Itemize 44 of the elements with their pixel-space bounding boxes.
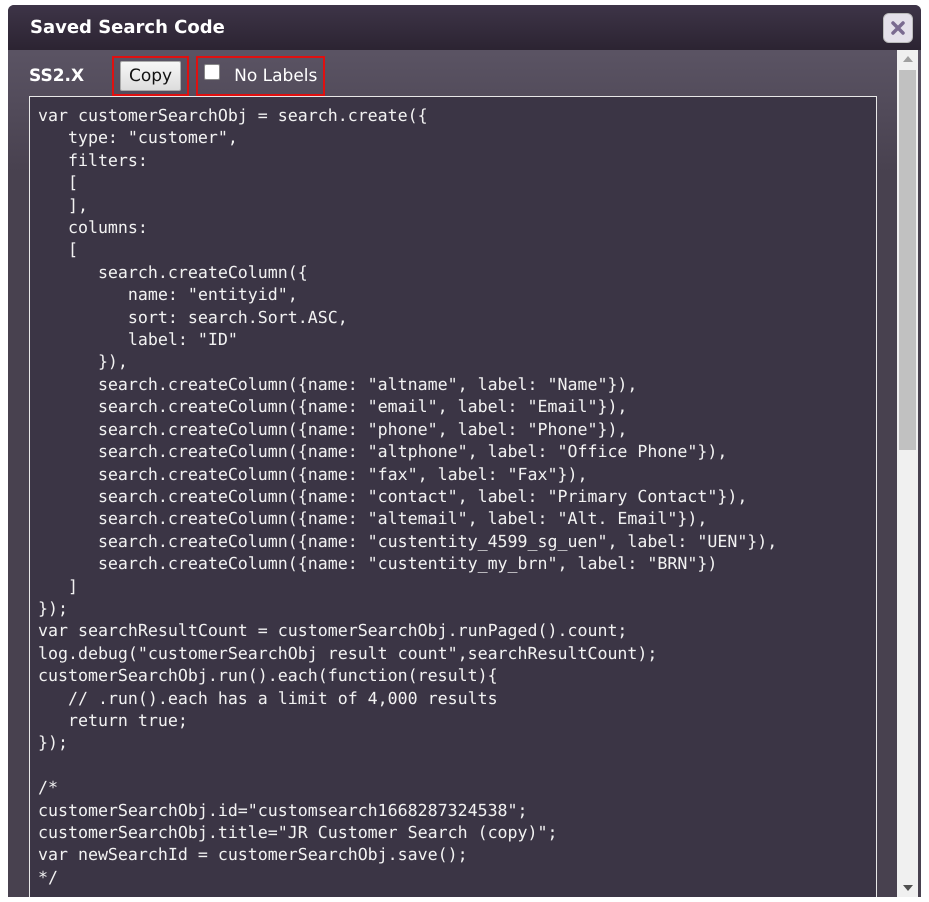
code-line: }), [96, 351, 128, 374]
code-line: search.createColumn({name: "custentity_4599_sg_uen", label: "UEN"}), [96, 530, 778, 553]
code-line: var customerSearchObj = search.create({ [38, 105, 428, 127]
version-label: SS2.X [29, 66, 86, 86]
code-line: search.createColumn({name: "altemail", label: "Alt. Email"}), [96, 508, 708, 530]
code-line: ] [66, 576, 78, 598]
code-line: }); [38, 598, 68, 620]
code-line: }); [38, 732, 68, 754]
code-line: search.createColumn({ [96, 262, 308, 284]
code-line: customerSearchObj.run().each(function(result){ [38, 665, 498, 688]
code-line: search.createColumn({name: "email", label: "Email"}), [96, 396, 628, 418]
code-line: log.debug("customerSearchObj result count",searchResultCount); [38, 642, 658, 665]
code-line: sort: search.Sort.ASC, [126, 306, 348, 329]
code-line: [ [66, 172, 78, 194]
code-line: search.createColumn({name: "phone", label: "Phone"}), [96, 418, 628, 441]
scroll-thumb[interactable] [899, 70, 916, 450]
code-line: name: "entityid", [126, 284, 298, 306]
code-line: /* [38, 777, 58, 800]
close-button[interactable] [883, 12, 913, 42]
window-title: Saved Search Code [30, 17, 225, 38]
code-line: customerSearchObj.id="customsearch1668287324538"; [38, 800, 528, 822]
code-line: [ [66, 239, 78, 262]
code-line: search.createColumn({name: "contact", label: "Primary Contact"}), [96, 486, 748, 508]
checkbox-label[interactable]: No Labels [234, 66, 318, 86]
code-line: var newSearchId = customerSearchObj.save(); [38, 844, 468, 866]
scroll-down-icon[interactable] [902, 885, 912, 891]
code-line: var searchResultCount = customerSearchObj.runPaged().count; [38, 620, 628, 642]
code-line: type: "customer", [66, 127, 238, 150]
code-line: columns: [66, 217, 148, 240]
scrollbar[interactable] [897, 50, 918, 897]
close-icon [891, 20, 905, 34]
code-line: // .run().each has a limit of 4,000 results [66, 688, 498, 710]
code-line: return true; [66, 710, 188, 732]
code-line: search.createColumn({name: "fax", label: "Fax"}), [96, 464, 588, 486]
code-line: search.createColumn({name: "altname", label: "Name"}), [96, 374, 638, 396]
code-line: search.createColumn({name: "custentity_my_brn", label: "BRN"}) [96, 553, 718, 576]
code-line: customerSearchObj.title="JR Customer Search (copy)"; [38, 822, 558, 844]
code-line: label: "ID" [126, 329, 238, 352]
checkbox[interactable] [204, 64, 220, 80]
code-line: filters: [66, 150, 148, 172]
code-line: search.createColumn({name: "altphone", label: "Office Phone"}), [96, 441, 728, 464]
code-line: */ [38, 866, 58, 889]
code-line: ], [66, 194, 88, 217]
copy-button[interactable]: Copy [120, 61, 182, 91]
